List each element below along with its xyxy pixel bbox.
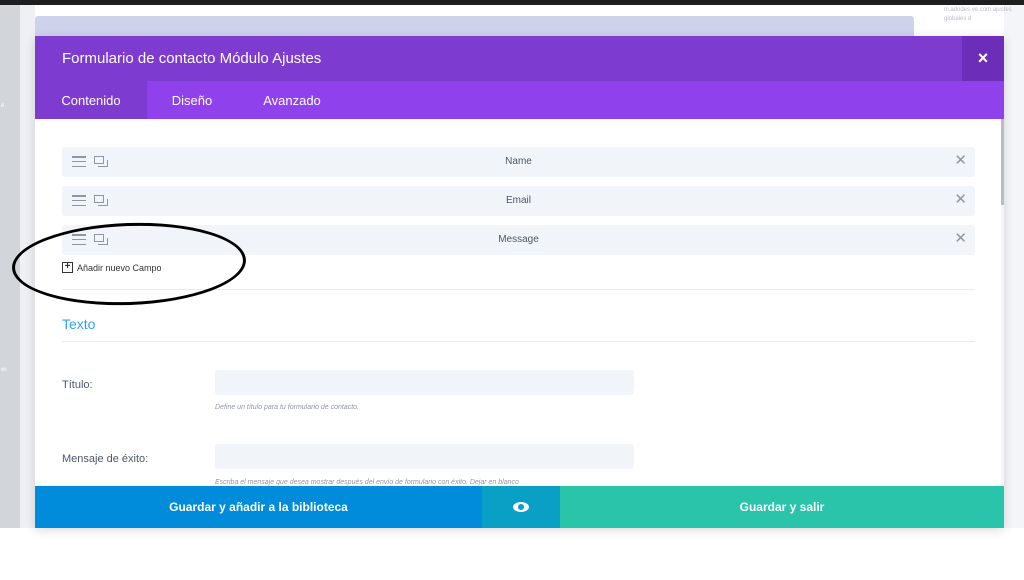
scrollbar[interactable]	[1001, 119, 1004, 486]
title-help-text: Define un título para tu formulario de c…	[215, 404, 359, 411]
divider	[62, 341, 975, 342]
background-left-panel: e wi	[0, 5, 20, 528]
title-label: Título:	[62, 379, 93, 391]
close-button[interactable]: ×	[962, 36, 1004, 81]
scrollbar-thumb[interactable]	[1001, 119, 1004, 205]
save-and-add-to-library-button[interactable]: Guardar y añadir a la biblioteca	[35, 486, 482, 528]
preview-button[interactable]	[482, 486, 560, 528]
tab-bar: Contenido Diseño Avanzado	[35, 81, 1004, 119]
close-icon: ×	[977, 48, 989, 68]
tab-contenido[interactable]: Contenido	[35, 81, 147, 119]
background-top-strip	[0, 0, 1024, 5]
field-row-label: Email	[505, 195, 531, 206]
field-row-label: Name	[505, 156, 532, 167]
field-row-name[interactable]: Name ✕	[62, 147, 975, 177]
success-message-help-text: Escriba el mensaje que desea mostrar des…	[215, 479, 519, 486]
field-row-message[interactable]: Message ✕	[62, 225, 975, 255]
plus-box-icon: +	[62, 262, 73, 273]
background-right-panel	[1004, 5, 1024, 528]
remove-field-icon[interactable]: ✕	[954, 231, 967, 247]
add-field-label: Añadir nuevo Campo	[77, 262, 162, 273]
field-row-email[interactable]: Email ✕	[62, 186, 975, 216]
success-message-input[interactable]	[215, 444, 634, 469]
tab-avanzado[interactable]: Avanzado	[237, 81, 347, 119]
section-title-texto: Texto	[62, 316, 96, 332]
tab-diseno[interactable]: Diseño	[147, 81, 237, 119]
modal-content: Name ✕ Email ✕ Message ✕ + Añadir nuevo …	[35, 119, 1004, 486]
modal-title: Formulario de contacto Módulo Ajustes	[62, 50, 322, 67]
background-left-mark: wi	[1, 367, 7, 373]
divider	[62, 289, 975, 290]
eye-icon	[513, 502, 529, 512]
settings-modal: Formulario de contacto Módulo Ajustes × …	[35, 36, 1004, 528]
background-left-mark: e	[1, 103, 5, 109]
remove-field-icon[interactable]: ✕	[954, 153, 967, 169]
field-row-label: Message	[498, 234, 539, 245]
add-field-button[interactable]: + Añadir nuevo Campo	[62, 262, 162, 273]
save-and-exit-button[interactable]: Guardar y salir	[560, 486, 1004, 528]
background-left-gutter	[20, 5, 35, 528]
success-message-label: Mensaje de éxito:	[62, 453, 149, 465]
title-input[interactable]	[215, 370, 634, 395]
modal-footer: Guardar y añadir a la biblioteca Guardar…	[35, 486, 1004, 528]
modal-header: Formulario de contacto Módulo Ajustes ×	[35, 36, 1004, 81]
remove-field-icon[interactable]: ✕	[954, 192, 967, 208]
background-right-text: ni.adodes.ve.com ajustes globales d	[944, 7, 1012, 22]
